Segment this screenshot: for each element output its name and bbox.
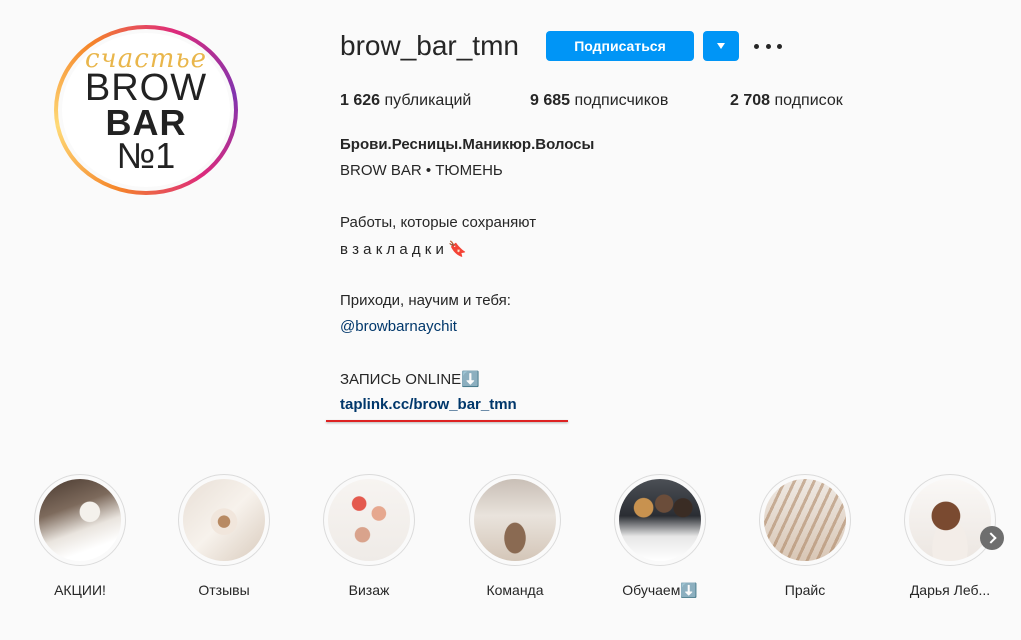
highlight-cover-image	[619, 479, 701, 561]
bio-line: Работы, которые сохраняют	[340, 214, 537, 231]
bio-mention-link[interactable]: @browbarnaychit	[340, 318, 457, 335]
following-link[interactable]: 2 708 подписок	[730, 92, 843, 110]
profile-username: brow_bar_tmn	[340, 30, 519, 61]
highlights-next-button[interactable]	[980, 526, 1004, 550]
followers-count-value: 9 685	[530, 92, 571, 109]
highlight-item[interactable]: АКЦИИ!	[34, 474, 126, 598]
triangle-down-icon	[717, 43, 725, 49]
highlight-ring	[178, 474, 270, 566]
highlight-cover-image	[474, 479, 556, 561]
highlight-label: Команда	[486, 582, 544, 598]
highlight-item[interactable]: Визаж	[323, 474, 415, 598]
follow-button[interactable]: Подписаться	[546, 31, 694, 61]
more-dots-icon	[754, 43, 759, 49]
annotation-underline	[326, 420, 568, 422]
highlight-cover-image	[39, 479, 121, 561]
highlight-label: Дарья Леб...	[909, 582, 991, 598]
followers-count-label: подписчиков	[574, 92, 669, 109]
highlight-label: АКЦИИ!	[54, 582, 106, 598]
suggestions-dropdown-button[interactable]	[703, 31, 739, 61]
bio-external-link[interactable]: taplink.cc/brow_bar_tmn	[340, 396, 517, 413]
more-dots-icon	[777, 43, 782, 49]
followers-link[interactable]: 9 685 подписчиков	[530, 92, 668, 110]
more-options-button[interactable]	[754, 36, 782, 56]
highlight-cover-image	[183, 479, 265, 561]
highlight-cover-image	[909, 479, 991, 561]
avatar-gap: счастье BROW BAR №1	[58, 29, 234, 191]
posts-count-value: 1 626	[340, 92, 381, 109]
highlight-ring	[759, 474, 851, 566]
profile-avatar: счастье BROW BAR №1	[62, 33, 230, 187]
highlight-ring	[34, 474, 126, 566]
highlight-item[interactable]: Отзывы	[178, 474, 270, 598]
highlight-label: Визаж	[348, 582, 390, 598]
highlight-ring	[904, 474, 996, 566]
bio-line: BROW BAR • ТЮМЕНЬ	[340, 162, 503, 179]
highlight-label: Отзывы	[198, 582, 250, 598]
following-count-value: 2 708	[730, 92, 771, 109]
chevron-right-icon	[985, 532, 997, 544]
bio-line: ЗАПИСЬ ONLINE⬇️	[340, 371, 480, 388]
bio-title: Брови.Ресницы.Маникюр.Волосы	[340, 136, 595, 153]
highlight-cover-image	[764, 479, 846, 561]
posts-count-label: публикаций	[384, 92, 472, 109]
posts-count: 1 626 публикаций	[340, 92, 471, 110]
following-count-label: подписок	[774, 92, 843, 109]
bio-line: в з а к л а д к и 🔖	[340, 241, 467, 258]
highlight-item[interactable]: Обучаем⬇️	[614, 474, 706, 599]
bio-line: Приходи, научим и тебя:	[340, 292, 511, 309]
highlight-label: Прайс	[784, 582, 826, 598]
highlight-ring	[614, 474, 706, 566]
logo-brow-text: BROW	[84, 67, 208, 109]
highlight-label: Обучаем⬇️	[622, 582, 698, 598]
profile-avatar-ring[interactable]: счастье BROW BAR №1	[54, 25, 238, 195]
highlight-item[interactable]: Команда	[469, 474, 561, 598]
highlight-ring	[469, 474, 561, 566]
logo-number-text: №1	[116, 135, 176, 176]
highlight-cover-image	[328, 479, 410, 561]
highlight-item[interactable]: Прайс	[759, 474, 851, 598]
more-dots-icon	[765, 43, 771, 49]
highlight-ring	[323, 474, 415, 566]
